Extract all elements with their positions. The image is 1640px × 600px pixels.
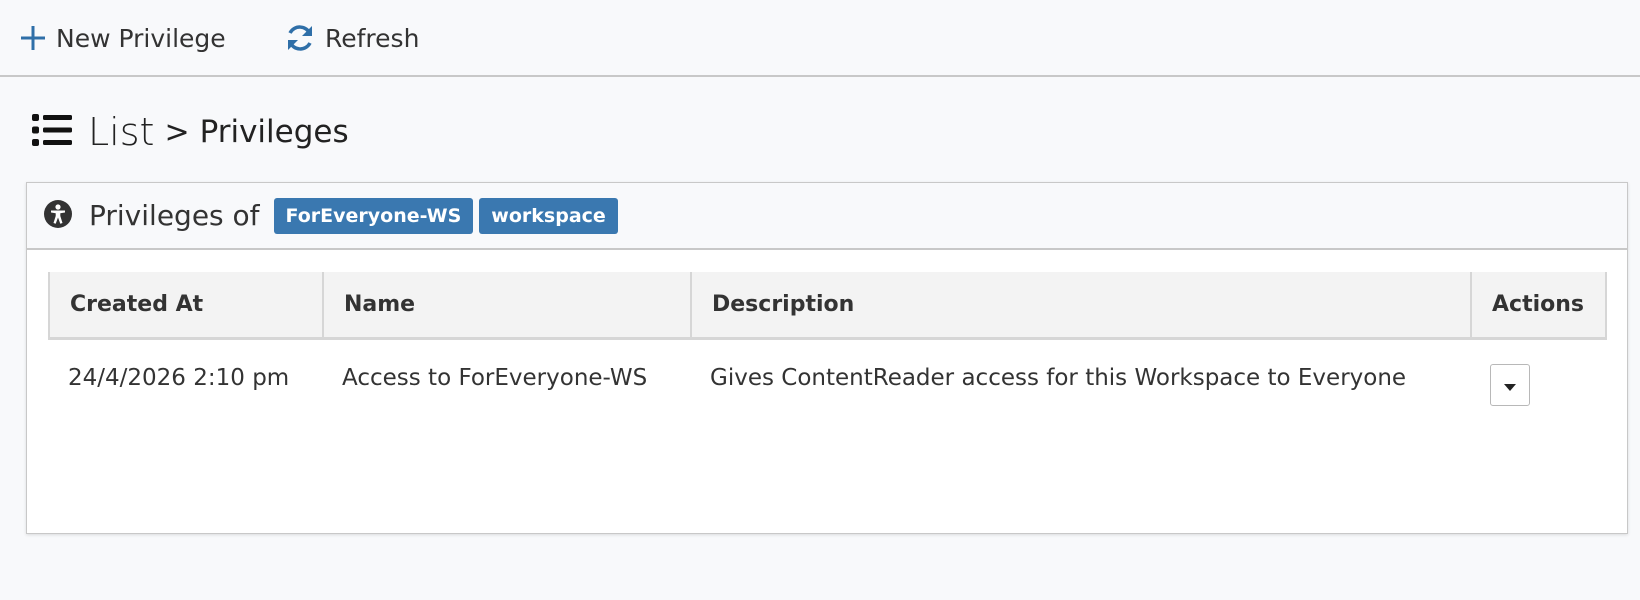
page-heading: List > Privileges — [32, 104, 349, 160]
page-title: Privileges — [199, 114, 349, 150]
column-header-actions: Actions — [1492, 292, 1584, 317]
cell-created-at: 24/4/2026 2:10 pm — [68, 365, 290, 391]
new-privilege-label: New Privilege — [56, 23, 226, 53]
table-row: 24/4/2026 2:10 pm Access to ForEveryone-… — [48, 340, 1607, 406]
column-header-name[interactable]: Name — [324, 272, 692, 337]
column-header-description[interactable]: Description — [692, 272, 1472, 337]
toolbar: New Privilege Refresh — [0, 0, 1640, 77]
refresh-button[interactable]: Refresh — [285, 18, 419, 58]
cell-name: Access to ForEveryone-WS — [342, 365, 648, 391]
cell-actions — [1470, 360, 1603, 406]
actions-dropdown-button[interactable] — [1490, 364, 1530, 406]
workspace-name-badge: ForEveryone-WS — [273, 197, 474, 234]
panel-header: Privileges of ForEveryone-WS workspace — [27, 183, 1627, 250]
plus-icon — [20, 25, 46, 51]
new-privilege-button[interactable]: New Privilege — [20, 18, 226, 58]
refresh-label: Refresh — [325, 23, 420, 53]
breadcrumb-list[interactable]: List — [88, 110, 154, 154]
caret-down-icon — [1503, 367, 1517, 404]
column-header-created-at[interactable]: Created At — [50, 272, 324, 337]
table-header: Created At Name Description Actions — [48, 272, 1607, 340]
accessibility-icon — [43, 199, 73, 233]
privileges-table: Created At Name Description Actions 24/4… — [48, 272, 1607, 406]
cell-description: Gives ContentReader access for this Work… — [710, 365, 1407, 391]
type-badge: workspace — [479, 197, 618, 234]
panel-title: Privileges of — [89, 199, 260, 232]
privileges-panel: Privileges of ForEveryone-WS workspace C… — [26, 182, 1628, 534]
breadcrumb-separator: > — [164, 114, 190, 150]
list-icon — [32, 113, 72, 151]
refresh-icon — [285, 23, 315, 53]
